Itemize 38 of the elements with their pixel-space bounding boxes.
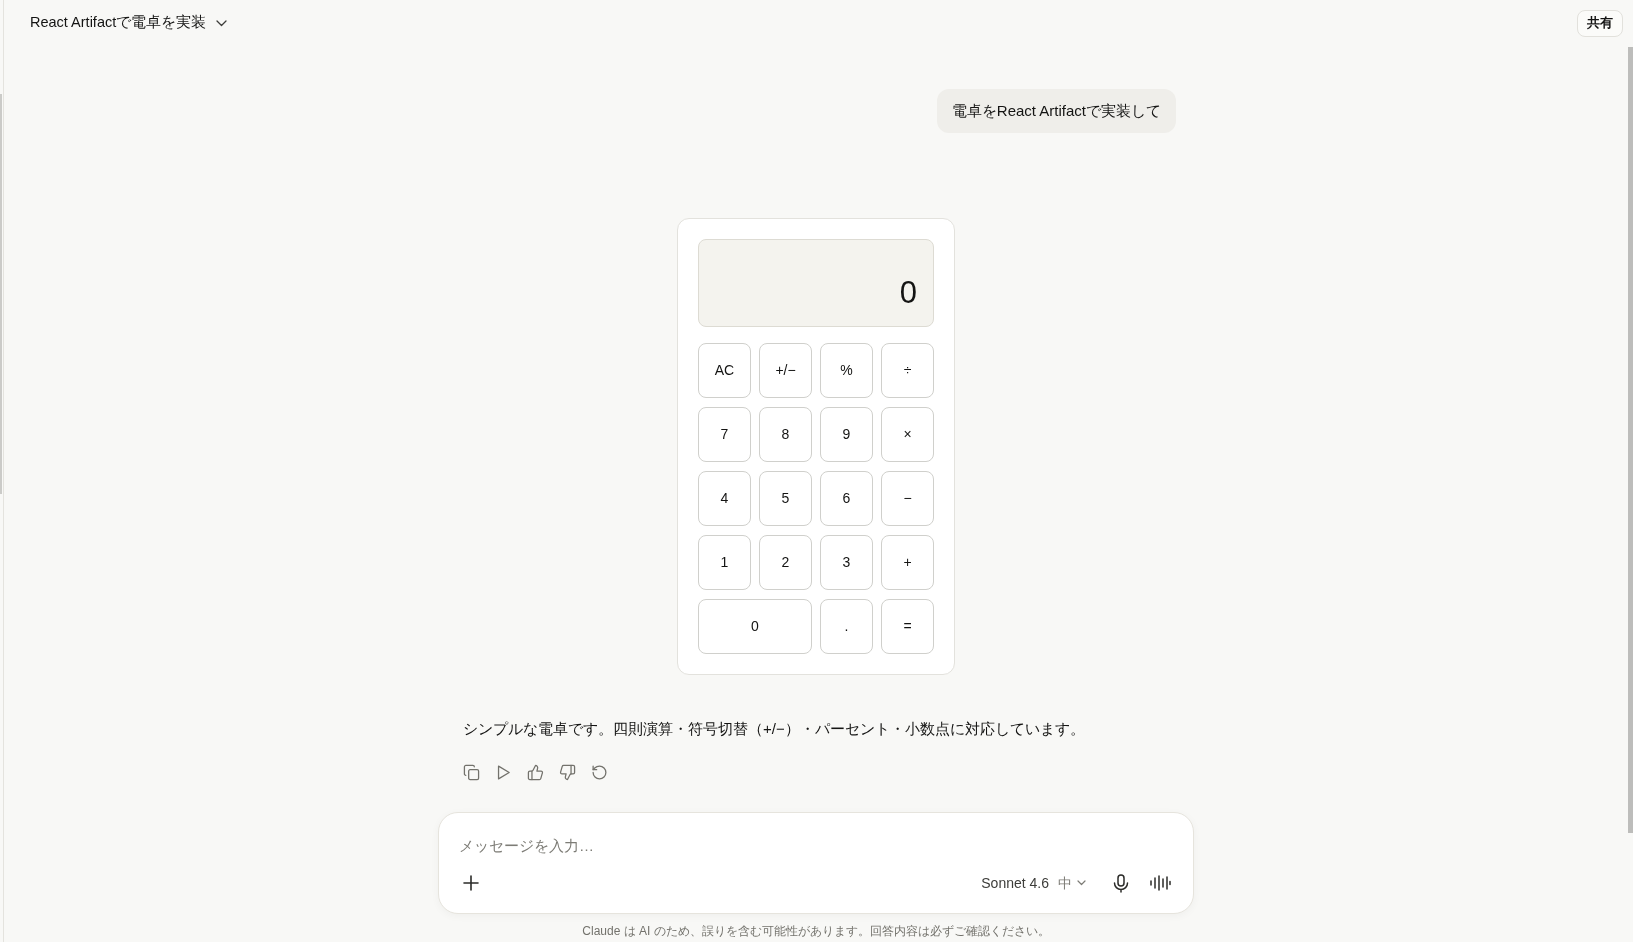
calculator-key[interactable]: 7 <box>698 407 751 462</box>
calculator-key[interactable]: − <box>881 471 934 526</box>
calculator-key[interactable]: 1 <box>698 535 751 590</box>
model-selector[interactable]: Sonnet 4.6 中 <box>981 869 1086 897</box>
waveform-icon[interactable] <box>1150 875 1171 891</box>
disclaimer-text: Claude は AI のため、誤りを含む可能性があります。回答内容は必ずご確認ください。 <box>582 923 1050 939</box>
title-dropdown[interactable]: React Artifactで電卓を実装 <box>26 8 232 38</box>
calculator-display: 0 <box>698 239 934 327</box>
calculator-key[interactable]: × <box>881 407 934 462</box>
response-text: シンプルな電卓です。四則演算・符号切替（+/−）・パーセント・小数点に対応しています。 <box>462 719 1086 739</box>
share-button[interactable]: 共有 <box>1577 9 1623 37</box>
user-message: 電卓をReact Artifactで実装して <box>936 89 1176 133</box>
calculator-key[interactable]: % <box>820 343 873 398</box>
scrollbar[interactable] <box>1628 47 1633 833</box>
calculator-key[interactable]: AC <box>698 343 751 398</box>
calculator-key[interactable]: + <box>881 535 934 590</box>
thumbs-up-icon[interactable] <box>527 764 544 781</box>
calculator-key[interactable]: +/− <box>759 343 812 398</box>
chevron-icon <box>216 19 228 27</box>
calculator-key[interactable]: 0 <box>698 599 812 654</box>
message-input[interactable]: メッセージを入力… <box>459 833 1173 857</box>
calculator-key[interactable]: ÷ <box>881 343 934 398</box>
chevron-icon <box>1077 880 1086 886</box>
calculator-key[interactable]: 4 <box>698 471 751 526</box>
copy-icon[interactable] <box>463 764 480 781</box>
calculator-key[interactable]: 6 <box>820 471 873 526</box>
calculator-key[interactable]: 9 <box>820 407 873 462</box>
calculator-key[interactable]: 3 <box>820 535 873 590</box>
plus-icon[interactable] <box>463 875 479 891</box>
microphone-icon[interactable] <box>1113 873 1129 893</box>
retry-icon[interactable] <box>591 764 608 781</box>
thumbs-down-icon[interactable] <box>559 764 576 781</box>
calculator-key[interactable]: . <box>820 599 873 654</box>
calculator-key[interactable]: 5 <box>759 471 812 526</box>
calculator-key[interactable]: 2 <box>759 535 812 590</box>
calculator-key[interactable]: = <box>881 599 934 654</box>
play-icon[interactable] <box>495 764 512 781</box>
calculator-key[interactable]: 8 <box>759 407 812 462</box>
